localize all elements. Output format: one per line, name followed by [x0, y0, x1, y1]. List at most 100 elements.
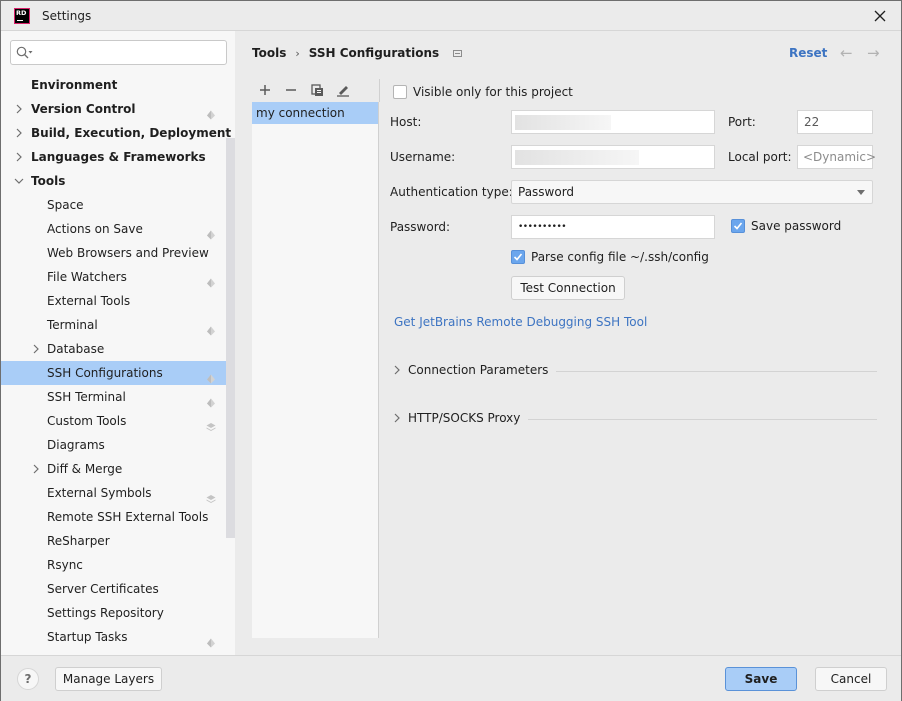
sidebar-item-build-execution-deployment[interactable]: Build, Execution, Deployment [1, 121, 235, 145]
close-button[interactable] [865, 4, 895, 28]
help-button[interactable]: ? [17, 668, 39, 690]
save-password-checkbox[interactable] [731, 219, 745, 233]
copy-connection-button[interactable] [308, 81, 326, 99]
sidebar-item-label: Environment [31, 78, 118, 92]
sidebar-item-ssh-terminal[interactable]: SSH Terminal [1, 385, 235, 409]
chevron-right-icon[interactable] [14, 121, 24, 145]
sidebar-item-label: Server Certificates [47, 582, 159, 596]
sidebar-item-diff-merge[interactable]: Diff & Merge [1, 457, 235, 481]
edit-connection-button[interactable] [334, 81, 352, 99]
add-icon [260, 85, 270, 95]
sidebar-scrollbar[interactable] [226, 138, 235, 538]
sidebar-item-tools[interactable]: Tools [1, 169, 235, 193]
visible-only-project-checkbox[interactable] [393, 85, 407, 99]
sidebar-item-label: Version Control [31, 102, 136, 116]
dialog-footer: ? Manage Layers Save Cancel [1, 655, 901, 701]
project-scope-icon [206, 632, 216, 648]
test-connection-button[interactable]: Test Connection [511, 276, 625, 300]
chevron-right-icon[interactable] [31, 337, 41, 361]
sidebar-item-remote-ssh-external-tools[interactable]: Remote SSH External Tools [1, 505, 235, 529]
parse-config-checkbox[interactable] [511, 250, 525, 264]
chevron-right-icon [394, 365, 400, 375]
cancel-button[interactable]: Cancel [815, 667, 887, 691]
sidebar-item-settings-repository[interactable]: Settings Repository [1, 601, 235, 625]
reset-link[interactable]: Reset [789, 46, 827, 60]
username-field[interactable] [511, 145, 715, 169]
add-connection-button[interactable] [256, 81, 274, 99]
connection-item[interactable]: my connection [252, 102, 378, 124]
sidebar-item-actions-on-save[interactable]: Actions on Save [1, 217, 235, 241]
sidebar-item-rsync[interactable]: Rsync [1, 553, 235, 577]
local-port-field[interactable]: <Dynamic> [797, 145, 876, 169]
connections-toolbar [252, 79, 380, 101]
sidebar-item-version-control[interactable]: Version Control [1, 97, 235, 121]
chevron-right-icon[interactable] [14, 145, 24, 169]
sidebar-item-environment[interactable]: Environment [1, 73, 235, 97]
chevron-right-icon[interactable] [31, 457, 41, 481]
sidebar-item-label: Database [47, 342, 105, 356]
remote-debugging-tool-link[interactable]: Get JetBrains Remote Debugging SSH Tool [394, 315, 647, 329]
manage-layers-button[interactable]: Manage Layers [55, 667, 162, 691]
connections-list: my connection [252, 102, 379, 638]
sidebar-item-ssh-configurations[interactable]: SSH Configurations [1, 361, 235, 385]
window-title: Settings [42, 9, 92, 23]
breadcrumb-item-tools[interactable]: Tools [252, 46, 286, 60]
sidebar-item-label: Rsync [47, 558, 83, 572]
sidebar-item-label: Diff & Merge [47, 462, 123, 476]
edit-icon [337, 86, 349, 97]
app-logo-icon: RD [14, 8, 30, 24]
port-label: Port: [728, 115, 756, 129]
sidebar-item-custom-tools[interactable]: Custom Tools [1, 409, 235, 433]
back-arrow-icon[interactable]: ← [840, 44, 853, 62]
password-field[interactable]: •••••••••• [511, 215, 715, 239]
settings-search-input[interactable] [10, 40, 227, 65]
sidebar-item-label: File Watchers [47, 270, 127, 284]
forward-arrow-icon[interactable]: → [867, 44, 880, 62]
sidebar-item-label: Custom Tools [47, 414, 127, 428]
auth-type-dropdown[interactable]: Password [511, 180, 873, 204]
sidebar-item-label: External Symbols [47, 486, 152, 500]
auth-type-value: Password [518, 185, 575, 199]
breadcrumb: Tools › SSH Configurations [252, 46, 463, 60]
sidebar-item-label: External Tools [47, 294, 131, 308]
remove-connection-button[interactable] [282, 81, 300, 99]
sidebar-item-label: Languages & Frameworks [31, 150, 206, 164]
sidebar-item-external-tools[interactable]: External Tools [1, 289, 235, 313]
sidebar-item-label: Actions on Save [47, 222, 143, 236]
sidebar-item-diagrams[interactable]: Diagrams [1, 433, 235, 457]
project-scope-icon [206, 224, 216, 240]
sidebar-item-space[interactable]: Space [1, 193, 235, 217]
sidebar-item-terminal[interactable]: Terminal [1, 313, 235, 337]
sidebar-item-web-browsers-and-preview[interactable]: Web Browsers and Preview [1, 241, 235, 265]
panel-divider [379, 79, 380, 102]
sidebar-item-languages-frameworks[interactable]: Languages & Frameworks [1, 145, 235, 169]
sidebar-item-label: Tools [31, 174, 66, 188]
section-title: HTTP/SOCKS Proxy [408, 411, 529, 425]
copy-icon [310, 83, 323, 96]
sidebar-item-label: Terminal [47, 318, 98, 332]
port-field[interactable]: 22 [797, 110, 873, 134]
sidebar-item-external-symbols[interactable]: External Symbols [1, 481, 235, 505]
host-field[interactable] [511, 110, 715, 134]
connection-parameters-section[interactable]: Connection Parameters [393, 361, 877, 381]
project-scope-icon [453, 49, 463, 57]
breadcrumb-separator-icon: › [295, 46, 300, 60]
chevron-down-icon[interactable] [14, 169, 24, 193]
sidebar-item-file-watchers[interactable]: File Watchers [1, 265, 235, 289]
layers-icon [206, 416, 216, 431]
sidebar-item-server-certificates[interactable]: Server Certificates [1, 577, 235, 601]
sidebar-item-startup-tasks[interactable]: Startup Tasks [1, 625, 235, 649]
project-scope-icon [206, 104, 216, 120]
sidebar-item-label: SSH Configurations [47, 366, 163, 380]
sidebar-item-resharper[interactable]: ReSharper [1, 529, 235, 553]
parse-config-label: Parse config file ~/.ssh/config [531, 250, 709, 264]
http-socks-proxy-section[interactable]: HTTP/SOCKS Proxy [393, 409, 877, 429]
chevron-right-icon[interactable] [14, 97, 24, 121]
sidebar-item-label: Startup Tasks [47, 630, 128, 644]
sidebar-item-database[interactable]: Database [1, 337, 235, 361]
sidebar-item-label: Space [47, 198, 84, 212]
auth-type-label: Authentication type: [390, 185, 513, 199]
save-button[interactable]: Save [725, 667, 797, 691]
sidebar-item-label: ReSharper [47, 534, 110, 548]
remove-icon [286, 89, 296, 91]
